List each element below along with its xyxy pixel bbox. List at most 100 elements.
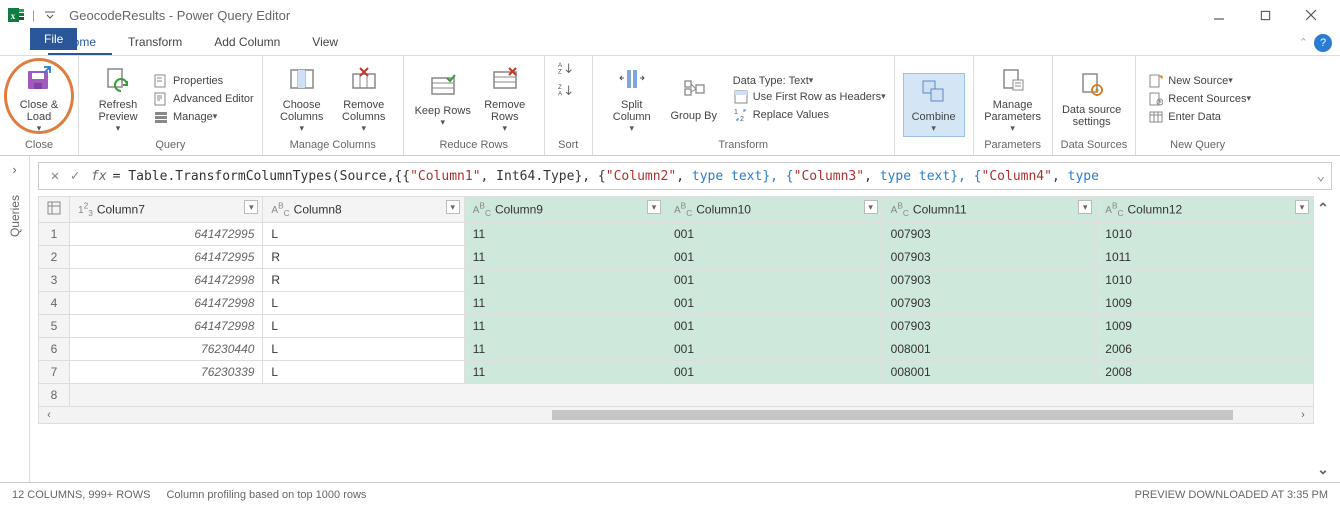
scroll-left-icon[interactable]: ‹ — [41, 409, 57, 421]
group-by-button[interactable]: Group By — [663, 75, 725, 122]
cell[interactable]: 641472995 — [70, 223, 263, 246]
column-header-column11[interactable]: ABCColumn11▾ — [882, 197, 1097, 223]
cell[interactable]: 11 — [464, 292, 665, 315]
enter-data-button[interactable]: Enter Data — [1148, 109, 1251, 125]
horizontal-scrollbar[interactable]: ‹ › — [38, 407, 1314, 424]
formula-cancel-button[interactable]: ✕ — [45, 168, 65, 184]
cell[interactable]: 641472998 — [70, 315, 263, 338]
cell[interactable]: 641472998 — [70, 269, 263, 292]
column-filter-button[interactable]: ▾ — [1078, 200, 1092, 214]
cell[interactable]: 007903 — [882, 223, 1097, 246]
scroll-down-icon[interactable]: ⌄ — [1317, 461, 1329, 478]
row-number[interactable]: 8 — [39, 384, 70, 407]
column-filter-button[interactable]: ▾ — [864, 200, 878, 214]
table-row[interactable]: 676230440L110010080012006 — [39, 338, 1314, 361]
keep-rows-button[interactable]: Keep Rows — [412, 70, 474, 128]
column-filter-button[interactable]: ▾ — [647, 200, 661, 214]
cell[interactable]: 1010 — [1097, 269, 1314, 292]
scroll-right-icon[interactable]: › — [1295, 409, 1311, 421]
cell[interactable]: R — [263, 246, 464, 269]
cell[interactable]: 001 — [665, 338, 882, 361]
data-source-settings-button[interactable]: Data source settings — [1061, 69, 1123, 128]
cell[interactable]: 001 — [665, 246, 882, 269]
choose-columns-button[interactable]: Choose Columns — [271, 64, 333, 134]
row-number[interactable]: 6 — [39, 338, 70, 361]
sort-descending-button[interactable]: ZA — [558, 82, 578, 98]
qat-customize-icon[interactable] — [41, 6, 59, 24]
cell[interactable]: 76230440 — [70, 338, 263, 361]
data-grid[interactable]: 123Column7▾ABCColumn8▾ABCColumn9▾ABCColu… — [38, 196, 1314, 482]
column-filter-button[interactable]: ▾ — [1295, 200, 1309, 214]
cell[interactable]: L — [263, 292, 464, 315]
formula-expression[interactable]: = Table.TransformColumnTypes(Source,{{"C… — [113, 169, 1311, 184]
cell[interactable]: 001 — [665, 361, 882, 384]
cell[interactable]: L — [263, 315, 464, 338]
sort-ascending-button[interactable]: AZ — [558, 60, 578, 76]
help-button[interactable]: ? — [1314, 34, 1332, 52]
formula-accept-button[interactable]: ✓ — [65, 168, 85, 184]
column-header-column12[interactable]: ABCColumn12▾ — [1097, 197, 1314, 223]
advanced-editor-button[interactable]: Advanced Editor — [153, 91, 254, 107]
cell[interactable]: L — [263, 223, 464, 246]
fx-icon[interactable]: fx — [91, 169, 107, 184]
scroll-up-icon[interactable]: ⌃ — [1317, 200, 1329, 217]
cell[interactable]: 641472995 — [70, 246, 263, 269]
cell[interactable]: 11 — [464, 223, 665, 246]
data-type-button[interactable]: Data Type: Text — [733, 75, 886, 87]
close-and-load-button[interactable]: Close & Load — [8, 64, 70, 134]
column-filter-button[interactable]: ▾ — [446, 200, 460, 214]
remove-rows-button[interactable]: Remove Rows — [474, 64, 536, 134]
minimize-button[interactable] — [1196, 0, 1242, 30]
row-number[interactable]: 7 — [39, 361, 70, 384]
cell[interactable]: 008001 — [882, 361, 1097, 384]
cell[interactable]: 007903 — [882, 292, 1097, 315]
cell[interactable]: 001 — [665, 269, 882, 292]
column-header-column10[interactable]: ABCColumn10▾ — [665, 197, 882, 223]
row-number[interactable]: 5 — [39, 315, 70, 338]
first-row-headers-button[interactable]: Use First Row as Headers — [733, 89, 886, 105]
row-number[interactable]: 2 — [39, 246, 70, 269]
cell[interactable]: 1009 — [1097, 292, 1314, 315]
cell[interactable]: L — [263, 338, 464, 361]
row-header-corner[interactable] — [39, 197, 70, 223]
cell[interactable]: 1010 — [1097, 223, 1314, 246]
cell[interactable]: 76230339 — [70, 361, 263, 384]
row-number[interactable]: 3 — [39, 269, 70, 292]
remove-columns-button[interactable]: Remove Columns — [333, 64, 395, 134]
recent-sources-button[interactable]: Recent Sources — [1148, 91, 1251, 107]
manage-button[interactable]: Manage — [153, 109, 254, 125]
collapse-ribbon-button[interactable]: ⌃ — [1299, 36, 1308, 49]
new-source-button[interactable]: New Source — [1148, 73, 1251, 89]
cell[interactable]: 2006 — [1097, 338, 1314, 361]
table-row[interactable]: 3641472998R110010079031010 — [39, 269, 1314, 292]
table-row[interactable]: 776230339L110010080012008 — [39, 361, 1314, 384]
cell[interactable]: 11 — [464, 269, 665, 292]
tab-file[interactable]: File — [30, 28, 77, 50]
cell[interactable]: 001 — [665, 292, 882, 315]
row-number[interactable]: 4 — [39, 292, 70, 315]
tab-transform[interactable]: Transform — [112, 31, 198, 55]
column-header-column9[interactable]: ABCColumn9▾ — [464, 197, 665, 223]
cell[interactable]: 007903 — [882, 315, 1097, 338]
cell[interactable]: 1011 — [1097, 246, 1314, 269]
cell[interactable]: 001 — [665, 223, 882, 246]
formula-bar[interactable]: ✕ ✓ fx = Table.TransformColumnTypes(Sour… — [38, 162, 1332, 190]
tab-add-column[interactable]: Add Column — [198, 31, 296, 55]
tab-view[interactable]: View — [296, 31, 354, 55]
cell[interactable]: 641472998 — [70, 292, 263, 315]
cell[interactable]: L — [263, 361, 464, 384]
properties-button[interactable]: Properties — [153, 73, 254, 89]
cell[interactable]: 008001 — [882, 338, 1097, 361]
table-row[interactable]: 4641472998L110010079031009 — [39, 292, 1314, 315]
queries-pane-collapsed[interactable]: › Queries — [0, 156, 30, 482]
column-header-column8[interactable]: ABCColumn8▾ — [263, 197, 464, 223]
cell[interactable]: 11 — [464, 246, 665, 269]
cell[interactable]: R — [263, 269, 464, 292]
cell[interactable]: 001 — [665, 315, 882, 338]
maximize-button[interactable] — [1242, 0, 1288, 30]
replace-values-button[interactable]: 12 Replace Values — [733, 107, 886, 123]
row-number[interactable]: 1 — [39, 223, 70, 246]
table-row[interactable]: 5641472998L110010079031009 — [39, 315, 1314, 338]
refresh-preview-button[interactable]: Refresh Preview — [87, 64, 149, 134]
combine-button[interactable]: Combine — [903, 73, 965, 137]
